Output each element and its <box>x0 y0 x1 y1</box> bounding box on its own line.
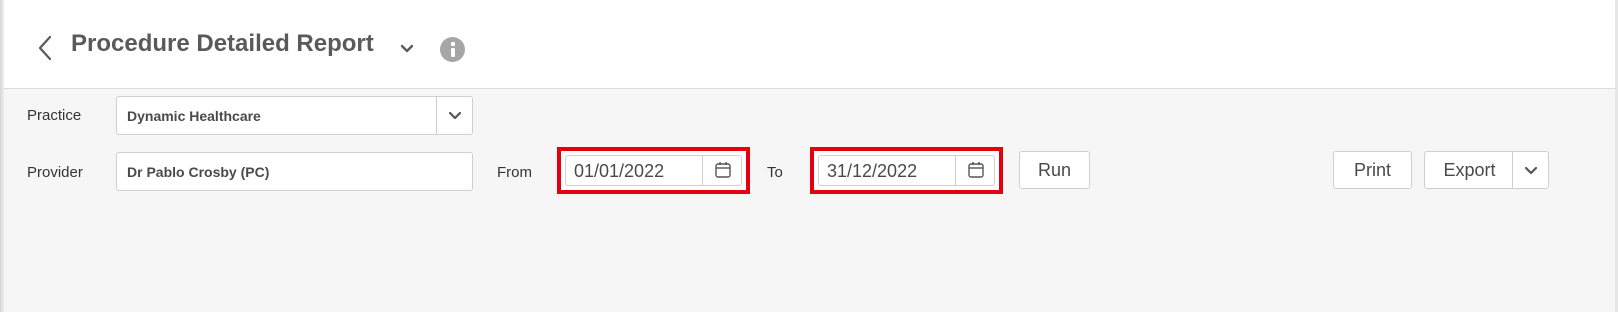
export-button[interactable]: Export <box>1425 152 1514 188</box>
calendar-icon <box>968 162 984 178</box>
to-date-highlight: 31/12/2022 <box>810 147 1003 194</box>
from-date-value: 01/01/2022 <box>574 161 665 181</box>
print-button[interactable]: Print <box>1333 151 1412 189</box>
page-title: Procedure Detailed Report <box>71 30 374 57</box>
practice-select[interactable]: Dynamic Healthcare <box>116 96 473 135</box>
from-date-field[interactable]: 01/01/2022 <box>565 155 742 186</box>
page-header: Procedure Detailed Report <box>4 0 1618 89</box>
filter-panel: Practice Dynamic Healthcare Provider Dr … <box>4 89 1615 312</box>
practice-select-value: Dynamic Healthcare <box>127 108 261 124</box>
provider-field-value: Dr Pablo Crosby (PC) <box>127 164 270 180</box>
chevron-down-icon <box>400 44 414 53</box>
provider-field[interactable]: Dr Pablo Crosby (PC) <box>116 152 473 191</box>
back-button[interactable] <box>34 34 58 62</box>
from-label: From <box>497 164 532 181</box>
chevron-down-icon <box>1524 166 1538 175</box>
chevron-down-icon <box>448 111 462 120</box>
practice-label: Practice <box>27 107 82 124</box>
export-dropdown-button[interactable] <box>1512 152 1548 188</box>
title-dropdown-button[interactable] <box>399 42 415 56</box>
from-calendar-button[interactable] <box>702 156 741 185</box>
from-date-highlight: 01/01/2022 <box>557 147 750 194</box>
calendar-icon <box>715 162 731 178</box>
provider-label: Provider <box>27 164 83 181</box>
to-date-value: 31/12/2022 <box>827 161 918 181</box>
export-button-group: Export <box>1424 151 1549 189</box>
to-calendar-button[interactable] <box>955 156 994 185</box>
back-chevron-icon <box>38 35 52 61</box>
to-date-field[interactable]: 31/12/2022 <box>818 155 995 186</box>
to-label: To <box>767 164 783 181</box>
info-icon[interactable] <box>440 37 465 62</box>
report-page: Procedure Detailed Report Practice Dynam… <box>0 0 1618 312</box>
run-button[interactable]: Run <box>1019 151 1090 189</box>
practice-dropdown-button[interactable] <box>436 97 472 134</box>
